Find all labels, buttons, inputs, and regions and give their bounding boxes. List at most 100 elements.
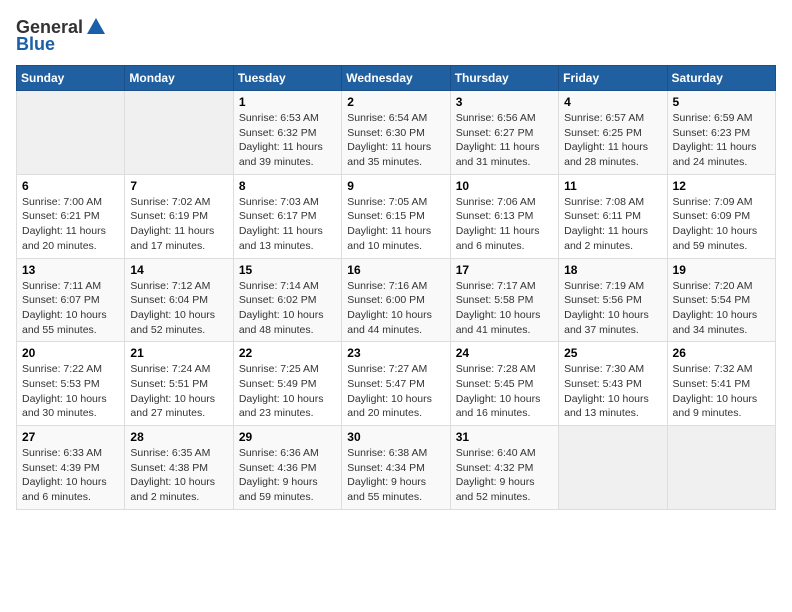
weekday-header-thursday: Thursday — [450, 66, 558, 91]
day-info: Sunrise: 7:27 AMSunset: 5:47 PMDaylight:… — [347, 362, 444, 421]
calendar-cell: 6 Sunrise: 7:00 AMSunset: 6:21 PMDaylight… — [17, 174, 125, 258]
day-info: Sunrise: 6:33 AMSunset: 4:39 PMDaylight:… — [22, 446, 119, 505]
calendar-header-row: SundayMondayTuesdayWednesdayThursdayFrid… — [17, 66, 776, 91]
day-info: Sunrise: 7:02 AMSunset: 6:19 PMDaylight:… — [130, 195, 227, 254]
calendar-cell: 5Sunrise: 6:59 AMSunset: 6:23 PMDaylight… — [667, 91, 775, 175]
day-info: Sunrise: 6:38 AMSunset: 4:34 PMDaylight:… — [347, 446, 444, 505]
calendar-table: SundayMondayTuesdayWednesdayThursdayFrid… — [16, 65, 776, 510]
day-info: Sunrise: 6:57 AMSunset: 6:25 PMDaylight:… — [564, 111, 661, 170]
day-info: Sunrise: 7:00 AMSunset: 6:21 PMDaylight:… — [22, 195, 119, 254]
calendar-cell: 31Sunrise: 6:40 AMSunset: 4:32 PMDayligh… — [450, 426, 558, 510]
calendar-cell: 18 Sunrise: 7:19 AMSunset: 5:56 PMDayligh… — [559, 258, 667, 342]
day-info: Sunrise: 7:28 AMSunset: 5:45 PMDaylight:… — [456, 362, 553, 421]
day-number: 6 — [22, 179, 119, 193]
calendar-week-row: 1Sunrise: 6:53 AMSunset: 6:32 PMDaylight… — [17, 91, 776, 175]
day-info: Sunrise: 7:05 AMSunset: 6:15 PMDaylight:… — [347, 195, 444, 254]
day-info: Sunrise: 7:06 AMSunset: 6:13 PMDaylight:… — [456, 195, 553, 254]
calendar-cell — [667, 426, 775, 510]
calendar-cell: 1Sunrise: 6:53 AMSunset: 6:32 PMDaylight… — [233, 91, 341, 175]
day-number: 27 — [22, 430, 119, 444]
calendar-cell — [17, 91, 125, 175]
day-number: 7 — [130, 179, 227, 193]
day-info: Sunrise: 7:16 AMSunset: 6:00 PMDaylight:… — [347, 279, 444, 338]
day-number: 2 — [347, 95, 444, 109]
day-number: 22 — [239, 346, 336, 360]
calendar-week-row: 27 Sunrise: 6:33 AMSunset: 4:39 PMDayligh… — [17, 426, 776, 510]
calendar-cell: 21 Sunrise: 7:24 AMSunset: 5:51 PMDayligh… — [125, 342, 233, 426]
day-number: 14 — [130, 263, 227, 277]
day-info: Sunrise: 6:36 AMSunset: 4:36 PMDaylight:… — [239, 446, 336, 505]
day-number: 3 — [456, 95, 553, 109]
logo-blue-text: Blue — [16, 34, 55, 55]
day-number: 17 — [456, 263, 553, 277]
calendar-cell: 12 Sunrise: 7:09 AMSunset: 6:09 PMDayligh… — [667, 174, 775, 258]
calendar-cell: 24Sunrise: 7:28 AMSunset: 5:45 PMDayligh… — [450, 342, 558, 426]
day-number: 19 — [673, 263, 770, 277]
calendar-cell — [125, 91, 233, 175]
day-number: 29 — [239, 430, 336, 444]
calendar-cell: 10 Sunrise: 7:06 AMSunset: 6:13 PMDayligh… — [450, 174, 558, 258]
day-number: 4 — [564, 95, 661, 109]
day-info: Sunrise: 7:20 AMSunset: 5:54 PMDaylight:… — [673, 279, 770, 338]
weekday-header-monday: Monday — [125, 66, 233, 91]
day-info: Sunrise: 7:11 AMSunset: 6:07 PMDaylight:… — [22, 279, 119, 338]
day-number: 23 — [347, 346, 444, 360]
calendar-cell: 14 Sunrise: 7:12 AMSunset: 6:04 PMDayligh… — [125, 258, 233, 342]
calendar-cell: 30 Sunrise: 6:38 AMSunset: 4:34 PMDayligh… — [342, 426, 450, 510]
calendar-cell: 17 Sunrise: 7:17 AMSunset: 5:58 PMDayligh… — [450, 258, 558, 342]
day-info: Sunrise: 7:22 AMSunset: 5:53 PMDaylight:… — [22, 362, 119, 421]
calendar-cell: 3 Sunrise: 6:56 AMSunset: 6:27 PMDaylight… — [450, 91, 558, 175]
weekday-header-tuesday: Tuesday — [233, 66, 341, 91]
day-info: Sunrise: 6:54 AMSunset: 6:30 PMDaylight:… — [347, 111, 444, 170]
weekday-header-sunday: Sunday — [17, 66, 125, 91]
day-info: Sunrise: 7:08 AMSunset: 6:11 PMDaylight:… — [564, 195, 661, 254]
calendar-cell: 26 Sunrise: 7:32 AMSunset: 5:41 PMDayligh… — [667, 342, 775, 426]
day-number: 13 — [22, 263, 119, 277]
day-info: Sunrise: 7:12 AMSunset: 6:04 PMDaylight:… — [130, 279, 227, 338]
calendar-cell: 16 Sunrise: 7:16 AMSunset: 6:00 PMDayligh… — [342, 258, 450, 342]
day-number: 26 — [673, 346, 770, 360]
weekday-header-friday: Friday — [559, 66, 667, 91]
day-number: 12 — [673, 179, 770, 193]
day-info: Sunrise: 7:09 AMSunset: 6:09 PMDaylight:… — [673, 195, 770, 254]
calendar-cell: 25 Sunrise: 7:30 AMSunset: 5:43 PMDayligh… — [559, 342, 667, 426]
day-info: Sunrise: 6:56 AMSunset: 6:27 PMDaylight:… — [456, 111, 553, 170]
calendar-cell: 4 Sunrise: 6:57 AMSunset: 6:25 PMDaylight… — [559, 91, 667, 175]
day-number: 11 — [564, 179, 661, 193]
day-number: 16 — [347, 263, 444, 277]
calendar-cell: 7 Sunrise: 7:02 AMSunset: 6:19 PMDaylight… — [125, 174, 233, 258]
day-number: 21 — [130, 346, 227, 360]
day-number: 9 — [347, 179, 444, 193]
calendar-week-row: 20 Sunrise: 7:22 AMSunset: 5:53 PMDayligh… — [17, 342, 776, 426]
calendar-cell: 28Sunrise: 6:35 AMSunset: 4:38 PMDayligh… — [125, 426, 233, 510]
day-info: Sunrise: 7:19 AMSunset: 5:56 PMDaylight:… — [564, 279, 661, 338]
day-number: 30 — [347, 430, 444, 444]
day-info: Sunrise: 7:24 AMSunset: 5:51 PMDaylight:… — [130, 362, 227, 421]
day-number: 20 — [22, 346, 119, 360]
calendar-cell: 23 Sunrise: 7:27 AMSunset: 5:47 PMDayligh… — [342, 342, 450, 426]
calendar-cell: 20 Sunrise: 7:22 AMSunset: 5:53 PMDayligh… — [17, 342, 125, 426]
day-info: Sunrise: 7:32 AMSunset: 5:41 PMDaylight:… — [673, 362, 770, 421]
calendar-cell: 27 Sunrise: 6:33 AMSunset: 4:39 PMDayligh… — [17, 426, 125, 510]
day-info: Sunrise: 6:53 AMSunset: 6:32 PMDaylight:… — [239, 111, 336, 170]
day-number: 8 — [239, 179, 336, 193]
calendar-cell: 22 Sunrise: 7:25 AMSunset: 5:49 PMDayligh… — [233, 342, 341, 426]
day-number: 5 — [673, 95, 770, 109]
day-info: Sunrise: 7:30 AMSunset: 5:43 PMDaylight:… — [564, 362, 661, 421]
day-info: Sunrise: 6:35 AMSunset: 4:38 PMDaylight:… — [130, 446, 227, 505]
day-info: Sunrise: 7:25 AMSunset: 5:49 PMDaylight:… — [239, 362, 336, 421]
calendar-cell: 8 Sunrise: 7:03 AMSunset: 6:17 PMDaylight… — [233, 174, 341, 258]
calendar-cell: 19 Sunrise: 7:20 AMSunset: 5:54 PMDayligh… — [667, 258, 775, 342]
calendar-cell: 2 Sunrise: 6:54 AMSunset: 6:30 PMDaylight… — [342, 91, 450, 175]
day-info: Sunrise: 7:03 AMSunset: 6:17 PMDaylight:… — [239, 195, 336, 254]
day-info: Sunrise: 7:17 AMSunset: 5:58 PMDaylight:… — [456, 279, 553, 338]
calendar-week-row: 13 Sunrise: 7:11 AMSunset: 6:07 PMDayligh… — [17, 258, 776, 342]
day-info: Sunrise: 7:14 AMSunset: 6:02 PMDaylight:… — [239, 279, 336, 338]
day-number: 25 — [564, 346, 661, 360]
page-header: General Blue — [16, 16, 776, 55]
calendar-cell: 15Sunrise: 7:14 AMSunset: 6:02 PMDayligh… — [233, 258, 341, 342]
logo-icon — [85, 16, 107, 38]
weekday-header-wednesday: Wednesday — [342, 66, 450, 91]
day-number: 18 — [564, 263, 661, 277]
day-number: 10 — [456, 179, 553, 193]
